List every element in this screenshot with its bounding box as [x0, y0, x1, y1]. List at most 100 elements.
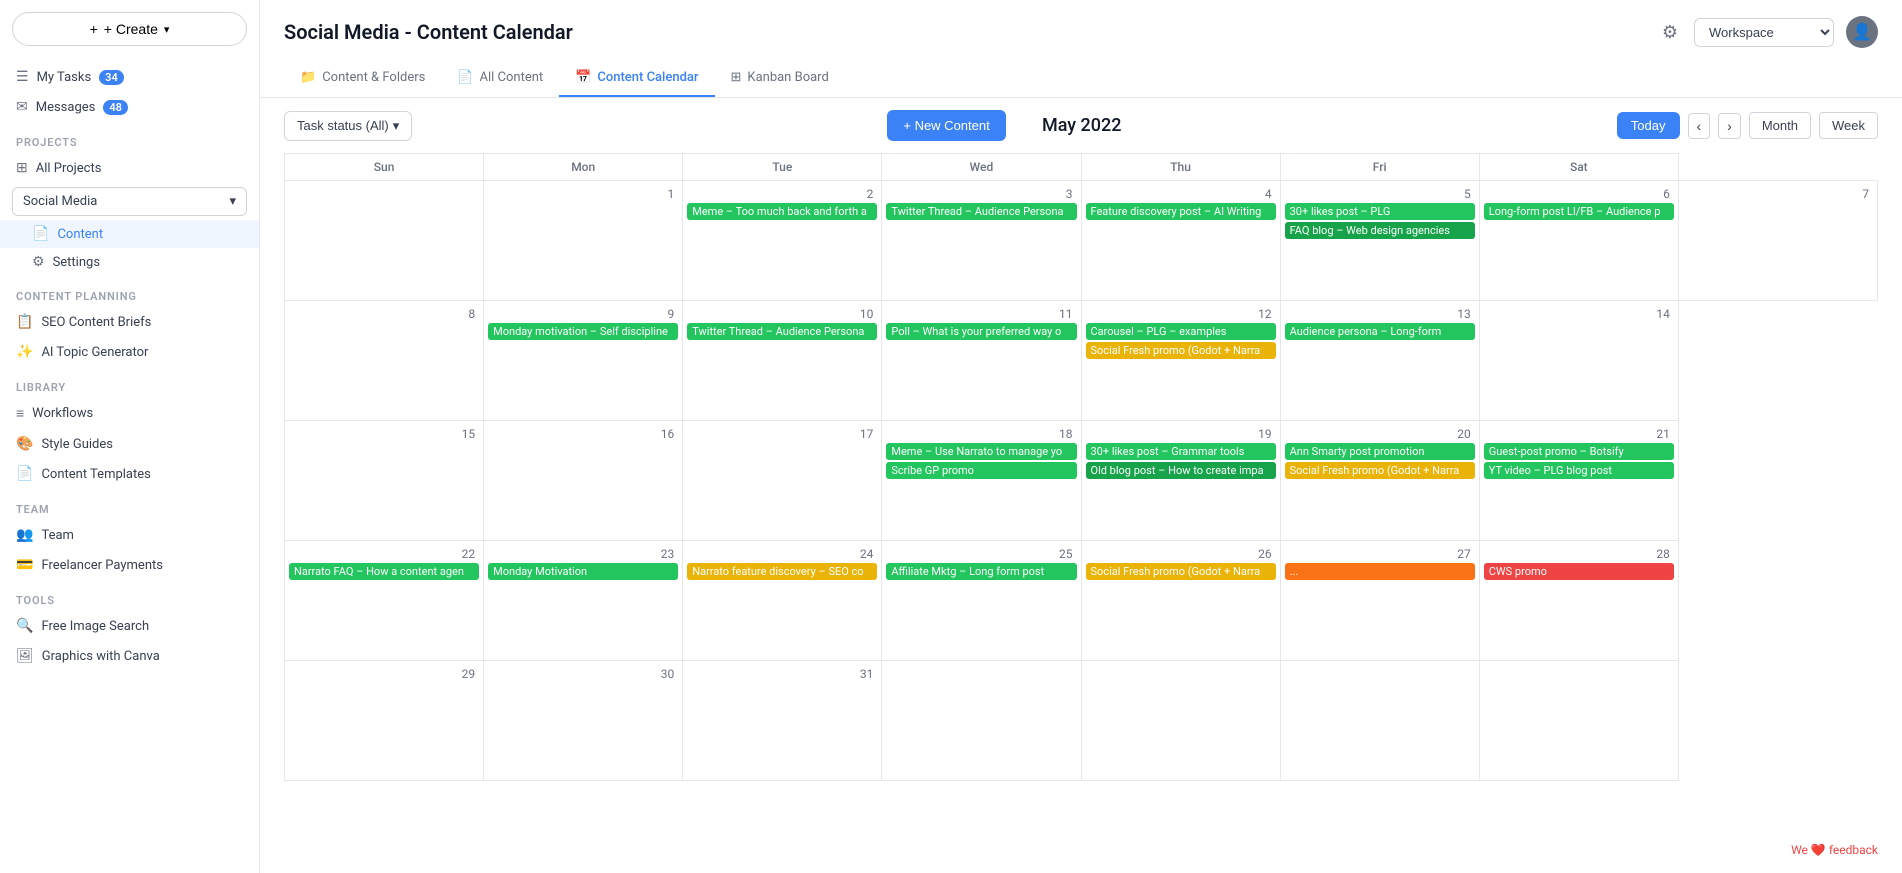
calendar-event[interactable]: Meme – Use Narrato to manage yo	[886, 443, 1076, 460]
calendar-event[interactable]: Carousel – PLG – examples	[1086, 323, 1276, 340]
calendar-event[interactable]: FAQ blog – Web design agencies	[1285, 222, 1475, 239]
calendar-event[interactable]: ...	[1285, 563, 1475, 580]
calendar-cell[interactable]: 4Feature discovery post – AI Writing	[1081, 181, 1280, 301]
calendar-cell[interactable]: 31	[683, 661, 882, 781]
calendar-cell[interactable]	[1081, 661, 1280, 781]
sidebar-item-content[interactable]: 📄 Content	[0, 220, 259, 248]
calendar-event[interactable]: 30+ likes post – Grammar tools	[1086, 443, 1276, 460]
calendar-event[interactable]: 30+ likes post – PLG	[1285, 203, 1475, 220]
calendar-cell[interactable]: 6Long-form post LI/FB – Audience p	[1479, 181, 1678, 301]
calendar-event[interactable]: Twitter Thread – Audience Persona	[687, 323, 877, 340]
calendar-cell[interactable]: 12Carousel – PLG – examplesSocial Fresh …	[1081, 301, 1280, 421]
calendar-cell[interactable]: 26Social Fresh promo (Godot + Narra	[1081, 541, 1280, 661]
sidebar-item-settings[interactable]: ⚙ Settings	[0, 248, 259, 276]
calendar-cell[interactable]: 27...	[1280, 541, 1479, 661]
calendar-cell[interactable]: 17	[683, 421, 882, 541]
calendar-event[interactable]: Social Fresh promo (Godot + Narra	[1086, 342, 1276, 359]
calendar-cell[interactable]	[882, 661, 1081, 781]
calendar-event[interactable]: Social Fresh promo (Godot + Narra	[1086, 563, 1276, 580]
sidebar-item-ai-topic-generator[interactable]: ✨ AI Topic Generator	[0, 337, 259, 367]
calendar-cell[interactable]: 1	[484, 181, 683, 301]
tab-content-folders[interactable]: 📁 Content & Folders	[284, 60, 441, 97]
calendar-cell[interactable]: 7	[1678, 181, 1877, 301]
calendar-event[interactable]: Narrato feature discovery – SEO co	[687, 563, 877, 580]
settings-icon: ⚙	[32, 254, 45, 270]
calendar-event[interactable]: Affiliate Mktg – Long form post	[886, 563, 1076, 580]
calendar-event[interactable]: Meme – Too much back and forth a	[687, 203, 877, 220]
calendar-event[interactable]: Monday Motivation	[488, 563, 678, 580]
today-button[interactable]: Today	[1617, 112, 1680, 139]
calendar-cell[interactable]: 20Ann Smarty post promotionSocial Fresh …	[1280, 421, 1479, 541]
calendar-cell[interactable]: 1930+ likes post – Grammar toolsOld blog…	[1081, 421, 1280, 541]
calendar-cell[interactable]: 30	[484, 661, 683, 781]
calendar-cell[interactable]	[285, 181, 484, 301]
calendar-cell[interactable]: 23Monday Motivation	[484, 541, 683, 661]
project-select-label: Social Media	[23, 194, 97, 209]
sidebar-item-free-image-search[interactable]: 🔍 Free Image Search	[0, 611, 259, 641]
calendar-event[interactable]: Long-form post LI/FB – Audience p	[1484, 203, 1674, 220]
tab-kanban-board[interactable]: ⊞ Kanban Board	[715, 60, 845, 97]
content-templates-label: Content Templates	[41, 467, 150, 482]
select-chevron-icon: ▾	[229, 194, 236, 209]
week-view-button[interactable]: Week	[1819, 112, 1878, 139]
sidebar-item-workflows[interactable]: ≡ Workflows	[0, 398, 259, 429]
calendar-cell[interactable]: 2Meme – Too much back and forth a	[683, 181, 882, 301]
kanban-label: Kanban Board	[747, 70, 828, 85]
calendar-cell[interactable]: 25Affiliate Mktg – Long form post	[882, 541, 1081, 661]
calendar-cell[interactable]: 8	[285, 301, 484, 421]
tab-all-content[interactable]: 📄 All Content	[441, 60, 559, 97]
settings-button[interactable]: ⚙	[1658, 18, 1682, 47]
calendar-cell[interactable]: 18Meme – Use Narrato to manage yoScribe …	[882, 421, 1081, 541]
calendar-cell[interactable]: 14	[1479, 301, 1678, 421]
calendar-cell[interactable]: 29	[285, 661, 484, 781]
calendar-cell[interactable]: 28CWS promo	[1479, 541, 1678, 661]
calendar-event[interactable]: Feature discovery post – AI Writing	[1086, 203, 1276, 220]
calendar-cell[interactable]: 16	[484, 421, 683, 541]
calendar-cell[interactable]: 11Poll – What is your preferred way o	[882, 301, 1081, 421]
sidebar-item-messages[interactable]: ✉ Messages 48	[0, 92, 259, 122]
calendar-event[interactable]: Scribe GP promo	[886, 462, 1076, 479]
new-content-button[interactable]: + New Content	[887, 110, 1005, 141]
calendar-event[interactable]: Old blog post – How to create impa	[1086, 462, 1276, 479]
calendar-cell[interactable]: 21Guest-post promo – BotsifyYT video – P…	[1479, 421, 1678, 541]
sidebar-item-all-projects[interactable]: ⊞ All Projects	[0, 153, 259, 183]
calendar-cell[interactable]: 10Twitter Thread – Audience Persona	[683, 301, 882, 421]
sidebar-item-seo-content-briefs[interactable]: 📋 SEO Content Briefs	[0, 307, 259, 337]
sidebar-item-freelancer-payments[interactable]: 💳 Freelancer Payments	[0, 550, 259, 580]
calendar-cell[interactable]: 22Narrato FAQ – How a content agen	[285, 541, 484, 661]
calendar-event[interactable]: CWS promo	[1484, 563, 1674, 580]
calendar-event[interactable]: Monday motivation – Self discipline	[488, 323, 678, 340]
next-month-button[interactable]: ›	[1718, 113, 1741, 139]
avatar-button[interactable]: 👤	[1846, 16, 1878, 48]
sidebar-item-content-templates[interactable]: 📄 Content Templates	[0, 459, 259, 489]
calendar-event[interactable]: YT video – PLG blog post	[1484, 462, 1674, 479]
calendar-event[interactable]: Poll – What is your preferred way o	[886, 323, 1076, 340]
calendar-event[interactable]: Narrato FAQ – How a content agen	[289, 563, 479, 580]
day-number: 13	[1285, 305, 1475, 323]
freelancer-payments-label: Freelancer Payments	[41, 558, 163, 573]
calendar-cell[interactable]	[1479, 661, 1678, 781]
calendar-cell[interactable]: 9Monday motivation – Self discipline	[484, 301, 683, 421]
calendar-event[interactable]: Twitter Thread – Audience Persona	[886, 203, 1076, 220]
prev-month-button[interactable]: ‹	[1688, 113, 1711, 139]
calendar-cell[interactable]: 13Audience persona – Long-form	[1280, 301, 1479, 421]
calendar-event[interactable]: Ann Smarty post promotion	[1285, 443, 1475, 460]
calendar-event[interactable]: Guest-post promo – Botsify	[1484, 443, 1674, 460]
calendar-event[interactable]: Audience persona – Long-form	[1285, 323, 1475, 340]
calendar-cell[interactable]	[1280, 661, 1479, 781]
calendar-cell[interactable]: 15	[285, 421, 484, 541]
sidebar-item-team[interactable]: 👥 Team	[0, 520, 259, 550]
project-select[interactable]: Social Media ▾	[12, 187, 247, 216]
tab-content-calendar[interactable]: 📅 Content Calendar	[559, 60, 714, 97]
workspace-select[interactable]: Workspace	[1694, 18, 1834, 47]
calendar-cell[interactable]: 24Narrato feature discovery – SEO co	[683, 541, 882, 661]
calendar-cell[interactable]: 530+ likes post – PLGFAQ blog – Web desi…	[1280, 181, 1479, 301]
sidebar-item-graphics-canva[interactable]: 🖼 Graphics with Canva	[0, 641, 259, 671]
calendar-event[interactable]: Social Fresh promo (Godot + Narra	[1285, 462, 1475, 479]
calendar-cell[interactable]: 3Twitter Thread – Audience Persona	[882, 181, 1081, 301]
sidebar-item-style-guides[interactable]: 🎨 Style Guides	[0, 429, 259, 459]
task-status-filter[interactable]: Task status (All) ▾	[284, 111, 412, 141]
month-view-button[interactable]: Month	[1749, 112, 1811, 139]
create-button[interactable]: + + Create ▾	[12, 12, 247, 46]
sidebar-item-my-tasks[interactable]: ☰ My Tasks 34	[0, 62, 259, 92]
